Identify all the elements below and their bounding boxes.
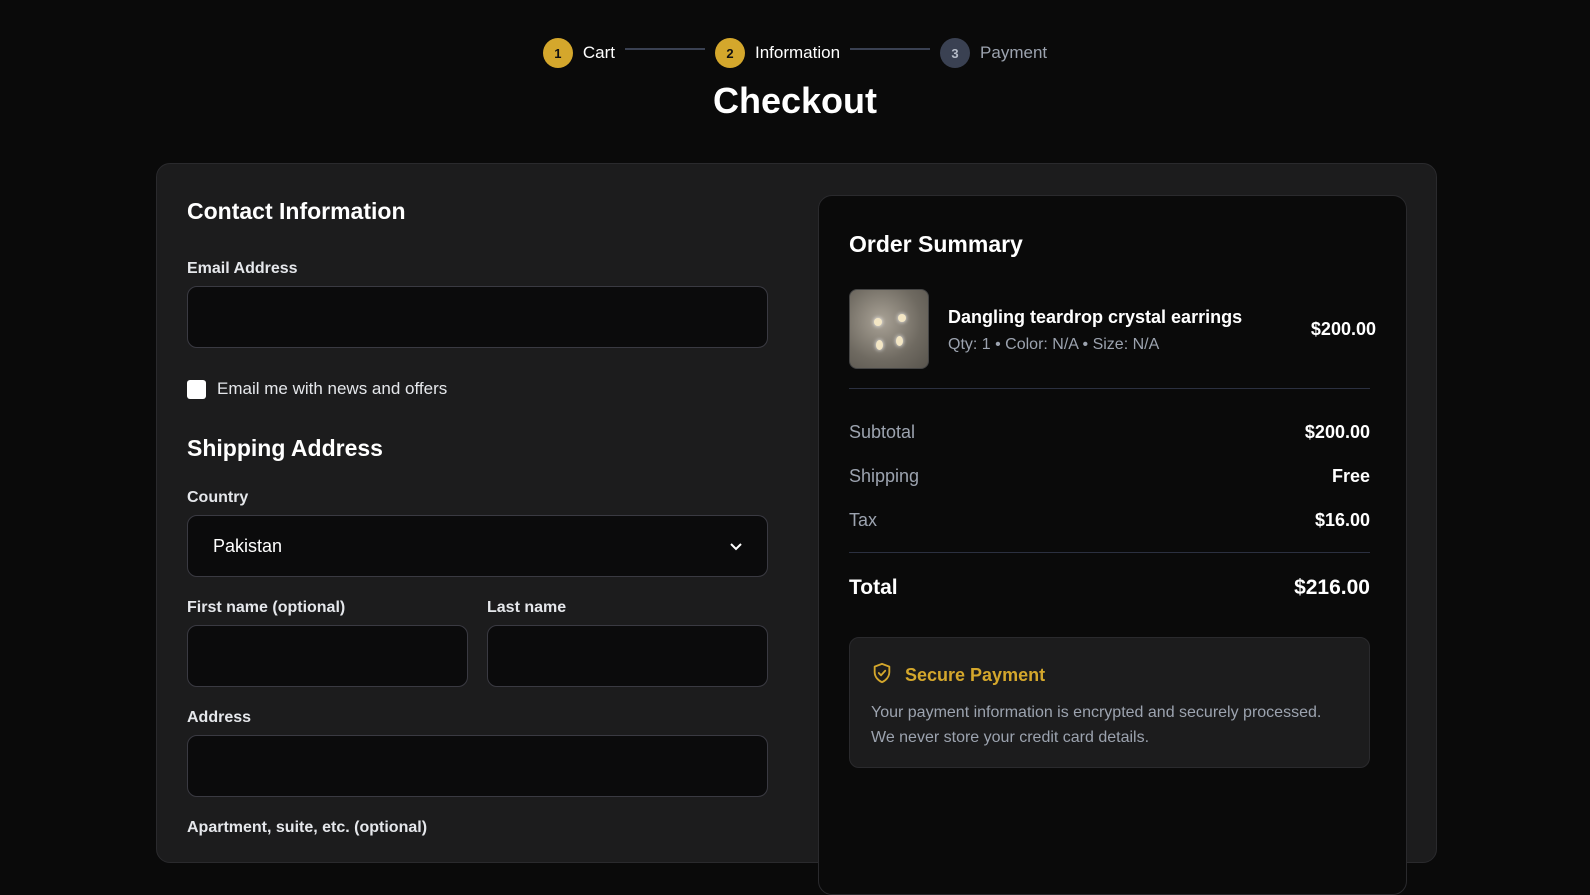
contact-section-title: Contact Information [187,198,406,224]
tax-label: Tax [849,510,878,530]
address-input[interactable] [187,735,768,797]
checkout-steps: 1 Cart 2 Information 3 Payment [0,38,1590,68]
product-image [849,289,929,369]
newsletter-option[interactable]: Email me with news and offers [187,379,447,399]
step-number: 1 [542,38,573,68]
newsletter-label: Email me with news and offers [217,379,448,398]
product-price: $200.00 [1310,319,1376,339]
total-divider [849,552,1370,553]
step-connector [624,48,705,50]
tax-value: $16.00 [1314,510,1370,530]
total-label: Total [849,576,898,599]
secure-payment-notice: Secure Payment Your payment information … [849,637,1370,768]
step-cart[interactable]: 1 Cart [542,38,615,68]
step-number: 3 [940,38,971,68]
step-connector [850,48,931,50]
step-label: Cart [582,43,615,62]
step-information[interactable]: 2 Information [714,38,841,68]
product-name: Dangling teardrop crystal earrings [948,307,1243,327]
apartment-label: Apartment, suite, etc. (optional) [187,819,428,836]
country-label: Country [187,489,249,506]
page-title: Checkout [712,80,878,121]
product-meta: Qty: 1 • Color: N/A • Size: N/A [948,336,1160,353]
summary-divider [849,388,1370,389]
first-name-input[interactable] [187,625,468,687]
newsletter-checkbox[interactable] [187,379,206,399]
last-name-label: Last name [487,599,567,616]
order-summary: Order Summary Dangling teardrop crystal … [818,195,1407,895]
email-label: Email Address [187,260,298,277]
country-value: Pakistan [213,535,283,556]
summary-title: Order Summary [849,231,1023,257]
step-number: 2 [714,38,745,68]
step-label: Information [754,43,841,62]
shipping-section-title: Shipping Address [187,435,383,461]
subtotal-row: Subtotal $200.00 [849,422,1370,443]
shipping-value: Free [1331,466,1370,486]
email-input[interactable] [187,286,768,348]
step-payment[interactable]: 3 Payment [940,38,1047,68]
tax-row: Tax $16.00 [849,510,1370,531]
total-value: $216.00 [1294,576,1370,599]
last-name-input[interactable] [487,625,768,687]
subtotal-label: Subtotal [849,422,916,442]
secure-payment-text: Your payment information is encrypted an… [871,704,1322,746]
country-select[interactable]: Pakistan [187,515,768,577]
checkout-card: Contact Information Email Address Email … [156,163,1437,895]
secure-payment-header: Secure Payment [871,662,1045,689]
first-name-label: First name (optional) [187,599,346,616]
step-label: Payment [980,43,1048,62]
shipping-row: Shipping Free [849,466,1370,487]
total-row: Total $216.00 [849,576,1370,600]
chevron-down-icon [730,538,742,554]
shield-check-icon [871,662,893,689]
shipping-label: Shipping [849,466,920,486]
address-label: Address [187,709,252,726]
secure-payment-title: Secure Payment [905,665,1046,685]
subtotal-value: $200.00 [1304,422,1370,442]
